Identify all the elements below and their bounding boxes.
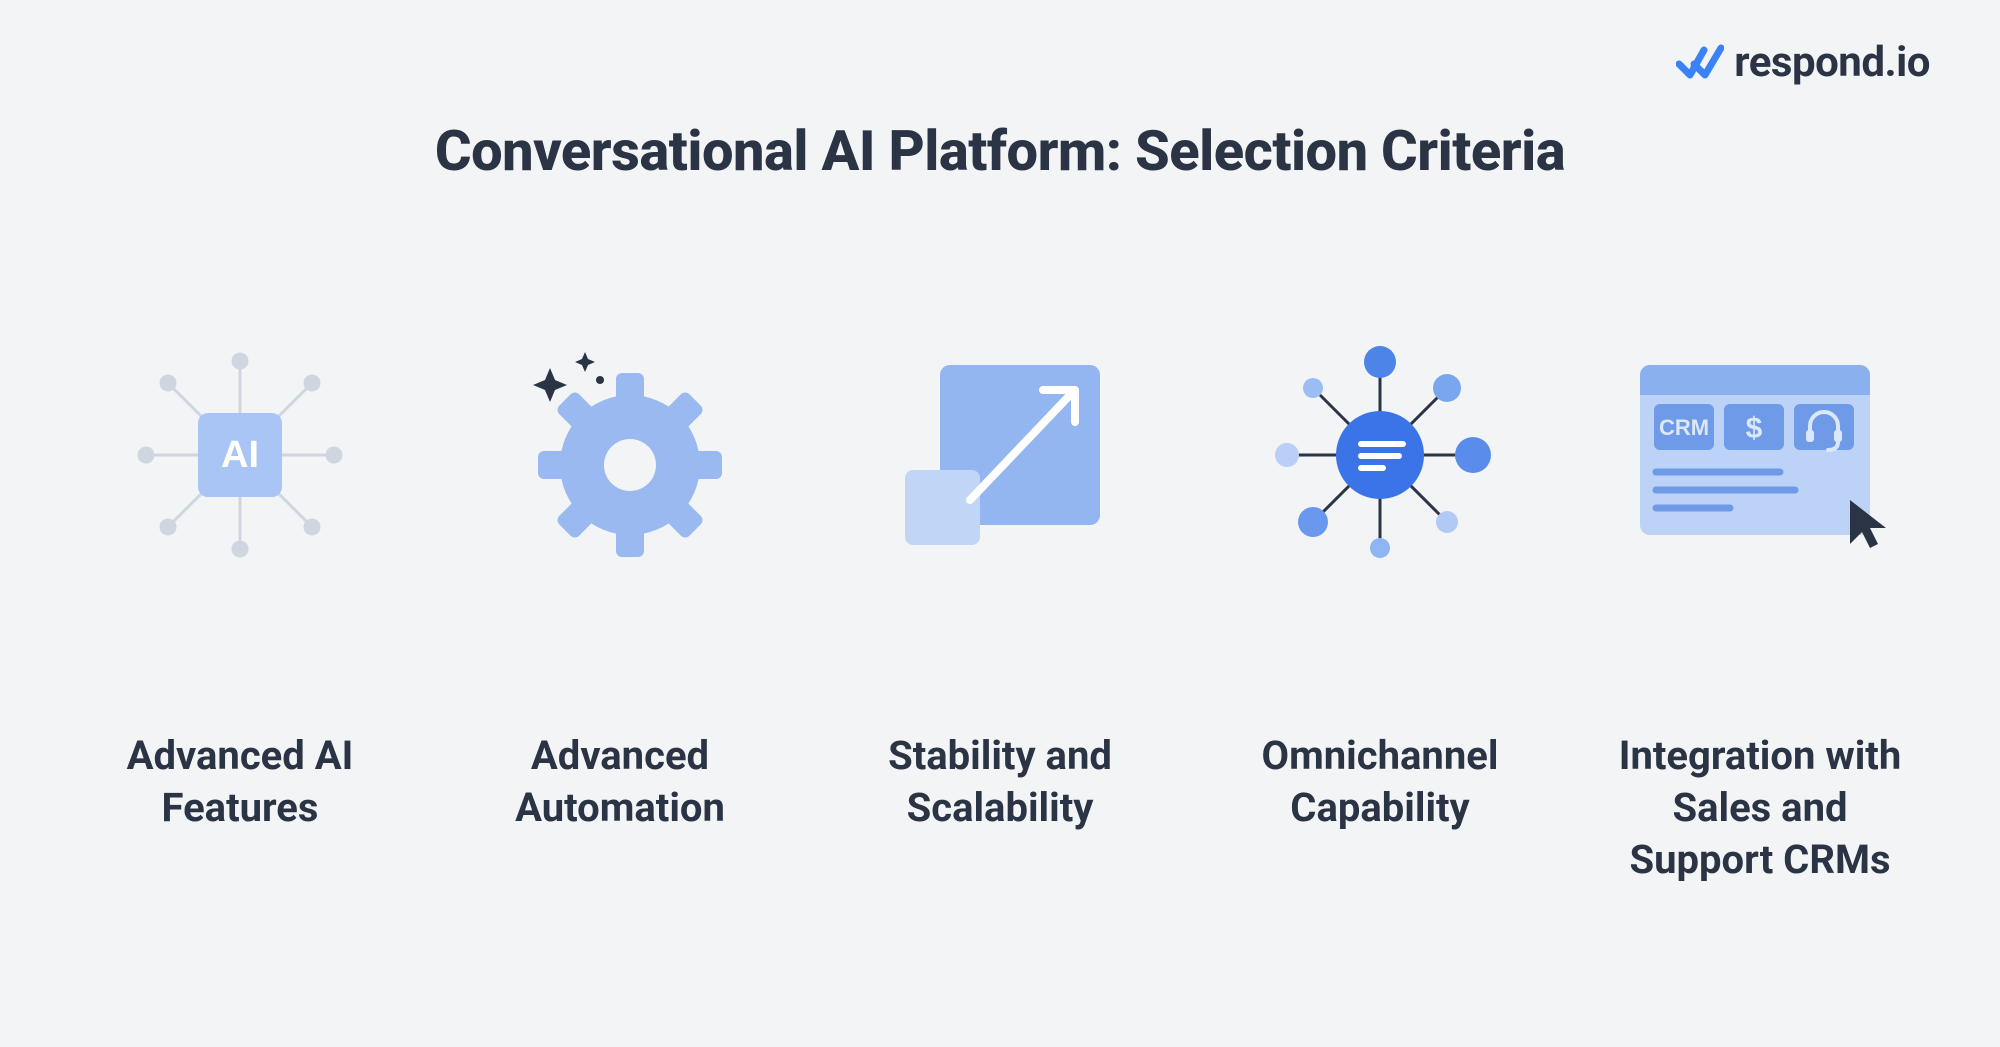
brand-check-icon — [1676, 44, 1724, 82]
currency-tile-label: $ — [1746, 412, 1763, 445]
brand-name: respond.io — [1734, 38, 1930, 87]
criteria-item: Omnichannel Capability — [1200, 330, 1560, 886]
crm-tile-label: CRM — [1659, 415, 1709, 440]
svg-text:AI: AI — [221, 434, 259, 476]
criteria-label: Integration with Sales and Support CRMs — [1619, 730, 1901, 886]
criteria-item: Stability and Scalability — [820, 330, 1180, 886]
page-title: Conversational AI Platform: Selection Cr… — [0, 118, 2000, 184]
gear-sparkle-icon — [440, 330, 800, 580]
criteria-label: Stability and Scalability — [888, 730, 1112, 834]
criteria-item: CRM $ — [1580, 330, 1940, 886]
scale-arrow-icon — [820, 330, 1180, 580]
criteria-label: Advanced Automation — [515, 730, 725, 834]
crm-integration-icon: CRM $ — [1580, 330, 1940, 580]
brand-logo: respond.io — [1676, 38, 1930, 87]
criteria-grid: AI Advanced AI Features — [0, 330, 2000, 886]
ai-chip-icon: AI — [60, 330, 420, 580]
criteria-label: Advanced AI Features — [127, 730, 354, 834]
criteria-item: AI Advanced AI Features — [60, 330, 420, 886]
omnichannel-hub-icon — [1200, 330, 1560, 580]
criteria-label: Omnichannel Capability — [1262, 730, 1499, 834]
criteria-item: Advanced Automation — [440, 330, 800, 886]
